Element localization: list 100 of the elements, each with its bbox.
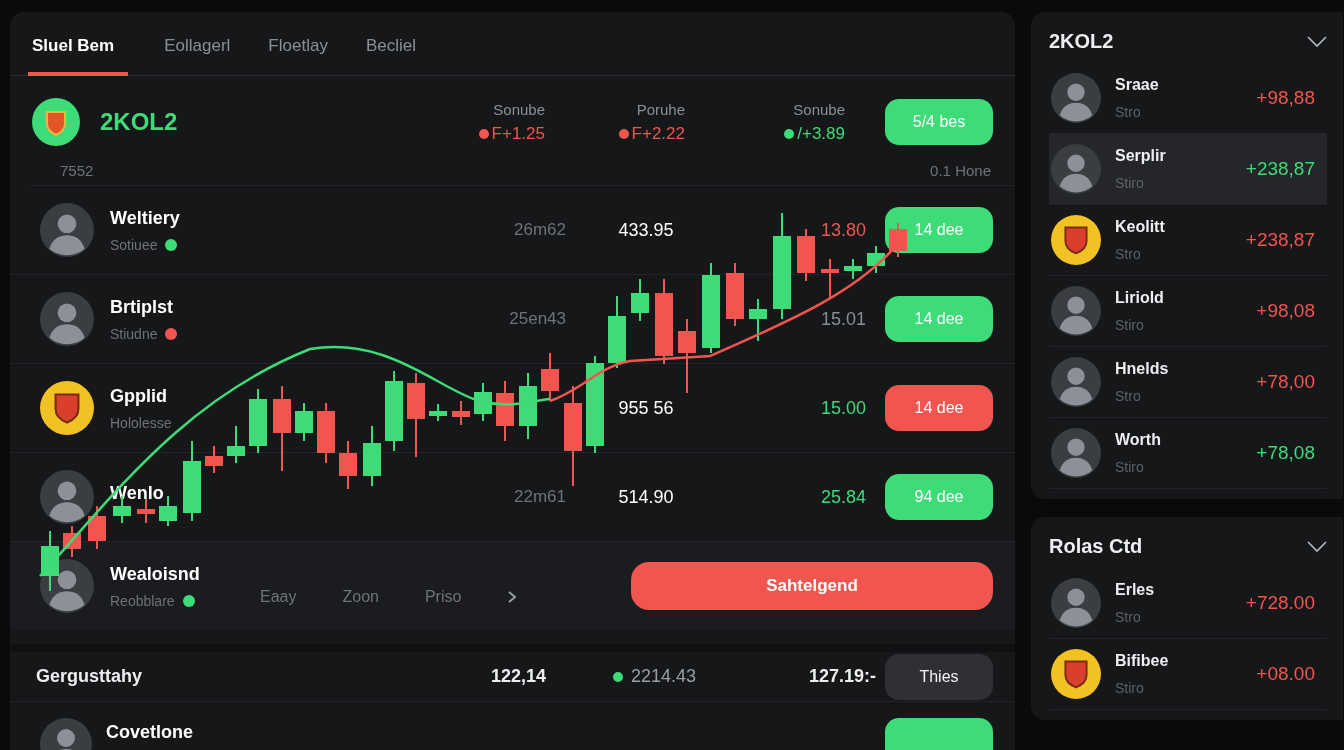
- trade-button[interactable]: 14 dee: [885, 385, 993, 431]
- tab[interactable]: Becliel: [363, 22, 418, 76]
- watchlist-item[interactable]: Bifibee Stiro +08.00: [1049, 639, 1327, 710]
- submit-button[interactable]: Sahtelgend: [631, 562, 993, 610]
- candlestick: [844, 258, 862, 280]
- price-change: +98,88: [1256, 87, 1315, 109]
- stat-label: Sonube: [793, 100, 845, 118]
- candlestick: [429, 403, 447, 422]
- player-name: Gpplid: [110, 385, 168, 407]
- stat-value: F+1.25: [491, 123, 545, 144]
- price-change: +728.00: [1245, 592, 1315, 614]
- candlestick: [821, 258, 839, 300]
- player-subtitle: Sotiuee: [110, 236, 158, 253]
- stat-label: Sonube: [493, 100, 545, 118]
- summary-value: 2214.43: [630, 666, 696, 688]
- player-name: Keolitt: [1115, 218, 1165, 236]
- chevron-down-icon[interactable]: [1307, 540, 1327, 553]
- change-value: 25.84: [820, 486, 866, 507]
- candlestick: [631, 278, 649, 322]
- candlestick: [205, 445, 223, 474]
- candlestick: [363, 425, 381, 487]
- summary-button[interactable]: Thies: [885, 653, 993, 700]
- summary-value: 127.19:-: [807, 666, 876, 688]
- candlestick: [227, 425, 245, 464]
- player-name: Weltiery: [110, 207, 181, 229]
- player-name: Erles: [1115, 581, 1155, 599]
- player-name: Worth: [1115, 431, 1161, 449]
- candlestick: [496, 380, 514, 442]
- player-subtitle: Stro: [1115, 609, 1142, 625]
- player-name: Bifibee: [1115, 652, 1169, 670]
- price-change: +238,87: [1245, 229, 1315, 251]
- price-value: 433.95: [618, 219, 674, 240]
- price-change: +78,00: [1256, 371, 1315, 393]
- candlestick: [137, 498, 155, 524]
- order-option[interactable]: Zoon: [342, 588, 379, 606]
- candlestick: [519, 372, 537, 440]
- player-name: Liriold: [1115, 289, 1164, 307]
- table-cell: 22m61: [514, 487, 566, 506]
- player-name: Wealoisnd: [110, 563, 201, 585]
- change-value: 15.01: [820, 308, 866, 329]
- tab[interactable]: Floetlay: [266, 22, 330, 76]
- watchlist-title: Rolas Ctd: [1049, 535, 1143, 558]
- change-value: 13.80: [820, 219, 866, 240]
- tab[interactable]: Eollagerl: [162, 22, 233, 76]
- candlestick: [541, 352, 559, 402]
- price-value: 955 56: [618, 397, 674, 418]
- order-option[interactable]: Priso: [424, 588, 462, 606]
- candlestick: [339, 440, 357, 490]
- player-subtitle: Stro: [1115, 246, 1142, 262]
- candlestick: [889, 222, 907, 258]
- price-change: +78,08: [1256, 442, 1315, 464]
- price-change: +08.00: [1256, 663, 1315, 685]
- meta-label: 7552: [60, 162, 94, 179]
- player-subtitle: Stiro: [1115, 680, 1145, 696]
- stat-label: Poruhe: [636, 100, 685, 118]
- player-name: Hnelds: [1115, 360, 1169, 378]
- coin-icon: [32, 98, 80, 146]
- player-name: Sraae: [1115, 76, 1159, 94]
- watchlist-item[interactable]: Hnelds Stro +78,00: [1049, 347, 1327, 418]
- watchlist-item[interactable]: Worth Stiro +78,08: [1049, 418, 1327, 489]
- candlestick: [867, 245, 885, 274]
- price-value: 514.90: [618, 486, 674, 507]
- candlestick: [797, 228, 815, 282]
- watchlist-item[interactable]: Liriold Stiro +98,08: [1049, 276, 1327, 347]
- candlestick: [452, 400, 470, 426]
- chevron-right-icon[interactable]: [507, 591, 518, 603]
- stat-value: F+2.22: [631, 123, 685, 144]
- player-name: Brtiplst: [110, 296, 174, 318]
- player-subtitle: Reobblare: [110, 592, 175, 609]
- watchlist-item[interactable]: Serplir Stiro +238,87: [1049, 134, 1327, 205]
- order-option[interactable]: Eaay: [260, 588, 297, 606]
- summary-value: 122,14: [489, 666, 546, 688]
- meta-label: 0.1 Hone: [930, 162, 991, 179]
- table-cell: 26m62: [514, 220, 566, 239]
- change-value: 15.00: [820, 397, 866, 418]
- market-symbol: 2KOL2: [100, 108, 179, 136]
- player-name: Serplir: [1115, 147, 1166, 165]
- candlestick: [749, 298, 767, 342]
- player-subtitle: Stiro: [1115, 175, 1145, 191]
- stat-value: /+3.89: [797, 123, 845, 144]
- candlestick: [295, 402, 313, 442]
- candlestick: [317, 402, 335, 464]
- candlestick: [249, 388, 267, 454]
- watchlist-item[interactable]: Keolitt Stro +238,87: [1049, 205, 1327, 276]
- player-subtitle: Stiro: [1115, 459, 1145, 475]
- tab[interactable]: Sluel Bem: [28, 22, 129, 76]
- chevron-down-icon[interactable]: [1307, 35, 1327, 48]
- candlestick: [474, 382, 492, 422]
- player-subtitle: Hololesse: [110, 414, 172, 431]
- table-cell: 25en43: [509, 309, 566, 328]
- candlestick: [88, 505, 106, 550]
- watchlist-item[interactable]: Erles Stro +728.00: [1049, 568, 1327, 639]
- price-change: +98,08: [1256, 300, 1315, 322]
- summary-title: Gergusttahy: [36, 666, 144, 688]
- player-subtitle: Stro: [1115, 388, 1142, 404]
- price-change: +238,87: [1245, 158, 1315, 180]
- player-subtitle: Stiro: [1115, 317, 1145, 333]
- player-name: Covetlone: [106, 722, 193, 744]
- player-subtitle: Stro: [1115, 104, 1142, 120]
- candlestick: [726, 262, 744, 327]
